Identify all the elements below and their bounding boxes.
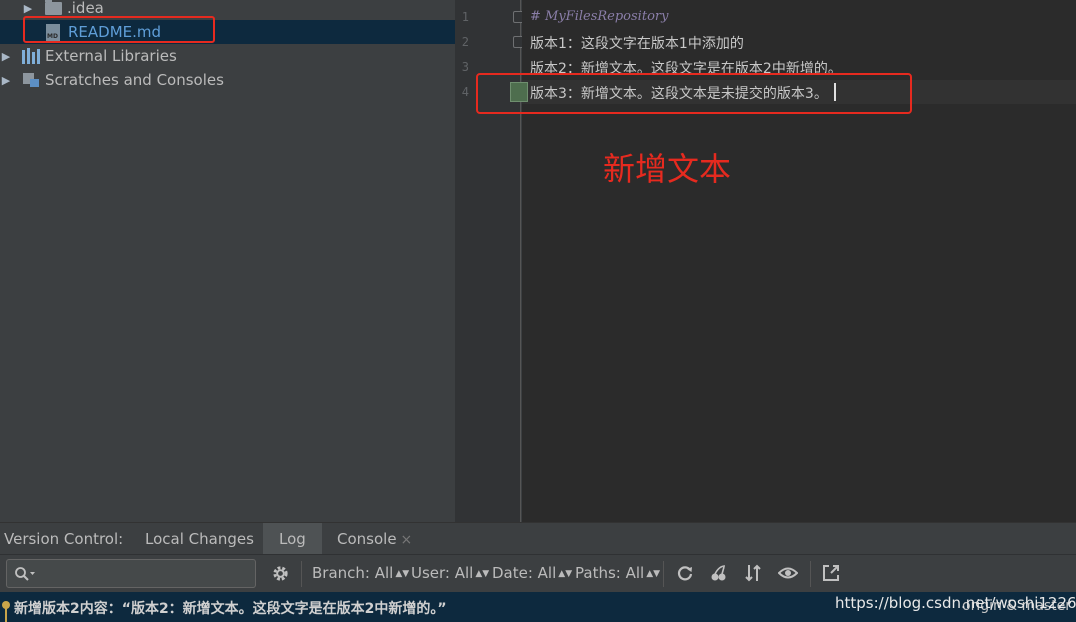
code-line-2[interactable]: 版本1：这段文字在版本1中添加的 <box>530 33 744 53</box>
readme-annotation-box <box>23 16 215 43</box>
log-toolbar: Branch: All ▲▼ User: All ▲▼ Date: All ▲▼ Pa… <box>0 554 1076 592</box>
dropdown-icon: ▲▼ <box>395 569 410 579</box>
scratches-icon <box>22 72 40 88</box>
project-tree: ▶ .idea README.md ▶ External Libraries ▶… <box>0 0 455 522</box>
paths-filter-label: Paths: All <box>575 564 645 582</box>
eye-icon[interactable] <box>778 564 798 582</box>
watermark: https://blog.csdn.net/woshi1226a <box>835 594 1076 612</box>
sort-icon[interactable] <box>744 564 762 582</box>
line-number: 1 <box>461 10 469 24</box>
code-line-1[interactable]: # MyFilesRepository <box>530 9 668 24</box>
tree-item-label: .idea <box>67 0 104 17</box>
date-filter[interactable]: Date: All ▲▼ <box>492 564 572 582</box>
tab-log[interactable]: Log <box>263 523 322 555</box>
tree-item-scratches[interactable]: ▶ Scratches and Consoles <box>0 68 455 92</box>
line-number: 3 <box>461 60 469 74</box>
annotation-text: 新增文本 <box>603 150 732 188</box>
commit-graph-line <box>5 608 7 622</box>
folder-icon <box>45 0 62 15</box>
line-number: 4 <box>461 85 469 99</box>
tab-console-label: Console <box>337 530 397 548</box>
tree-item-label: External Libraries <box>45 47 177 65</box>
version-control-label: Version Control: <box>4 530 124 548</box>
branch-filter-label: Branch: All <box>312 564 394 582</box>
expand-arrow-icon[interactable]: ▶ <box>0 74 12 87</box>
toolbar-divider <box>810 561 811 587</box>
date-filter-label: Date: All <box>492 564 557 582</box>
tree-item-external-libraries[interactable]: ▶ External Libraries <box>0 44 455 68</box>
user-filter[interactable]: User: All ▲▼ <box>411 564 489 582</box>
search-icon <box>15 567 35 581</box>
bottom-tab-bar: Version Control: Local Changes Log Conso… <box>0 522 1076 555</box>
search-input[interactable] <box>6 559 256 588</box>
expand-arrow-icon[interactable]: ▶ <box>22 2 34 15</box>
branch-filter[interactable]: Branch: All ▲▼ <box>312 564 409 582</box>
commit-row[interactable]: 新增版本2内容：“版本2：新增文本。这段文字是在版本2中新增的。” origin… <box>0 592 1076 622</box>
expand-arrow-icon[interactable]: ▶ <box>0 50 12 63</box>
tree-item-label: Scratches and Consoles <box>45 71 224 89</box>
tab-console[interactable]: Console × <box>337 523 412 555</box>
commit-message: 新增版本2内容：“版本2：新增文本。这段文字是在版本2中新增的。” <box>14 601 447 617</box>
user-filter-label: User: All <box>411 564 474 582</box>
toolbar-divider <box>663 561 664 587</box>
refresh-icon[interactable] <box>676 564 694 582</box>
library-icon <box>22 48 40 64</box>
toolbar-divider <box>301 561 302 587</box>
line-number: 2 <box>461 35 469 49</box>
close-icon[interactable]: × <box>401 532 413 548</box>
dropdown-icon: ▲▼ <box>646 569 661 579</box>
gear-icon[interactable] <box>271 564 290 583</box>
open-in-new-icon[interactable] <box>822 564 840 582</box>
dropdown-icon: ▲▼ <box>475 569 490 579</box>
tab-local-changes[interactable]: Local Changes <box>145 523 254 555</box>
cherry-pick-icon[interactable] <box>710 564 728 582</box>
new-line-annotation-box <box>476 73 912 114</box>
paths-filter[interactable]: Paths: All ▲▼ <box>575 564 660 582</box>
dropdown-icon: ▲▼ <box>558 569 573 579</box>
